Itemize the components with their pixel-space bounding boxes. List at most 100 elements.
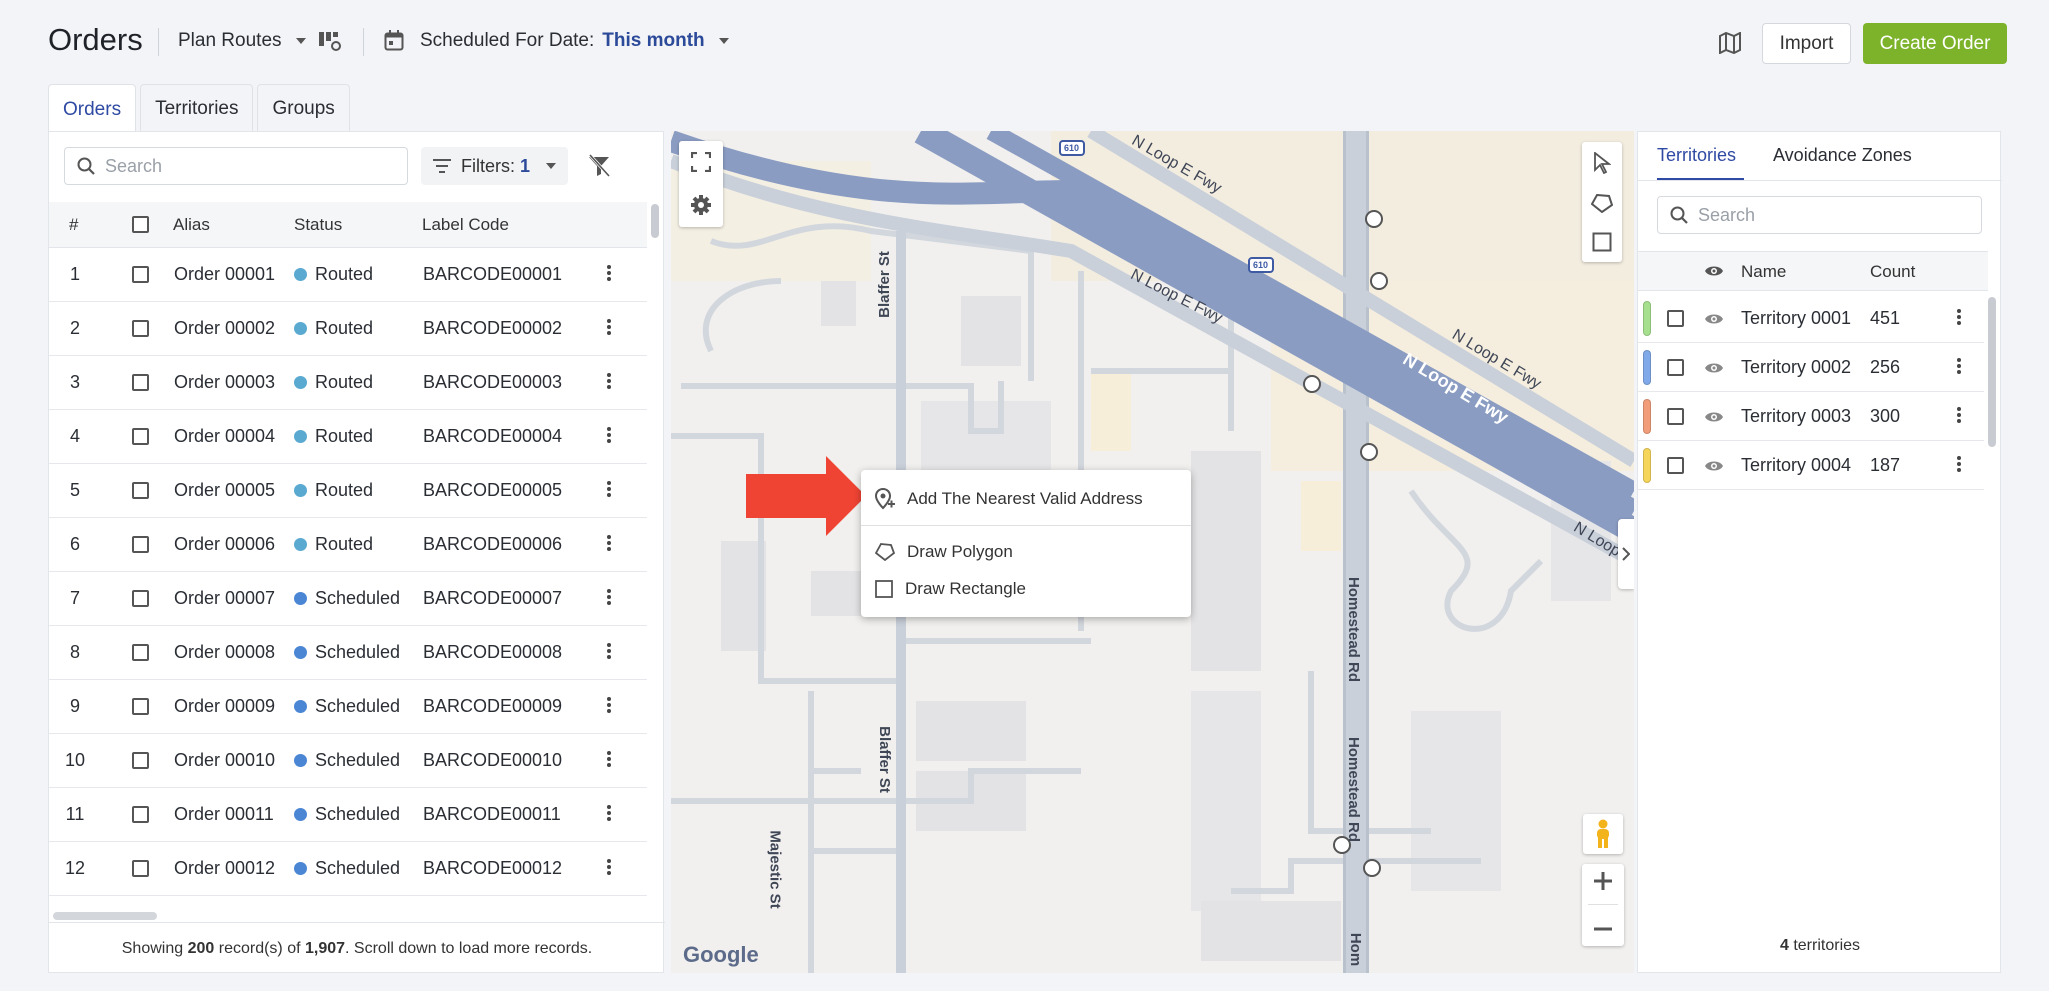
gear-icon[interactable] bbox=[690, 194, 712, 216]
territory-checkbox[interactable] bbox=[1667, 359, 1684, 376]
eye-icon[interactable] bbox=[1704, 312, 1724, 326]
map-view-icon[interactable] bbox=[1719, 32, 1741, 54]
orders-search-input[interactable]: Search bbox=[64, 147, 408, 185]
row-checkbox[interactable] bbox=[132, 482, 149, 499]
row-checkbox[interactable] bbox=[132, 266, 149, 283]
orders-vertical-scrollbar[interactable] bbox=[651, 204, 659, 238]
territory-row[interactable]: Territory 0004 187 bbox=[1638, 441, 1984, 490]
row-checkbox[interactable] bbox=[132, 590, 149, 607]
table-row[interactable]: 1 Order 00001 Routed BARCODE00001 bbox=[49, 248, 647, 302]
more-vertical-icon[interactable] bbox=[606, 479, 612, 499]
more-vertical-icon[interactable] bbox=[606, 371, 612, 391]
table-row[interactable]: 5 Order 00005 Routed BARCODE00005 bbox=[49, 464, 647, 518]
cursor-icon[interactable] bbox=[1593, 151, 1611, 174]
order-alias[interactable]: Order 00007 bbox=[174, 588, 275, 609]
order-alias[interactable]: Order 00001 bbox=[174, 264, 275, 285]
tab-orders[interactable]: Orders bbox=[48, 84, 137, 134]
row-checkbox[interactable] bbox=[132, 374, 149, 391]
more-vertical-icon[interactable] bbox=[1956, 405, 1962, 425]
more-vertical-icon[interactable] bbox=[606, 857, 612, 877]
territory-checkbox[interactable] bbox=[1667, 310, 1684, 327]
eye-icon[interactable] bbox=[1704, 459, 1724, 473]
order-alias[interactable]: Order 00005 bbox=[174, 480, 275, 501]
more-vertical-icon[interactable] bbox=[606, 641, 612, 661]
table-row[interactable]: 8 Order 00008 Scheduled BARCODE00008 bbox=[49, 626, 647, 680]
more-vertical-icon[interactable] bbox=[606, 587, 612, 607]
more-vertical-icon[interactable] bbox=[606, 263, 612, 283]
scheduled-date-dropdown[interactable]: Scheduled For Date: This month bbox=[384, 30, 729, 52]
more-vertical-icon[interactable] bbox=[606, 749, 612, 769]
fullscreen-icon[interactable] bbox=[691, 152, 711, 172]
more-vertical-icon[interactable] bbox=[606, 533, 612, 553]
row-checkbox[interactable] bbox=[132, 644, 149, 661]
draw-polygon-item[interactable]: Draw Polygon bbox=[875, 542, 1013, 562]
order-alias[interactable]: Order 00012 bbox=[174, 858, 275, 879]
order-alias[interactable]: Order 00008 bbox=[174, 642, 275, 663]
row-checkbox[interactable] bbox=[132, 536, 149, 553]
table-row[interactable]: 10 Order 00010 Scheduled BARCODE00010 bbox=[49, 734, 647, 788]
polygon-icon[interactable] bbox=[1591, 193, 1613, 213]
row-checkbox[interactable] bbox=[132, 752, 149, 769]
order-alias[interactable]: Order 00011 bbox=[174, 804, 274, 825]
tab-territories[interactable]: Territories bbox=[140, 84, 254, 132]
table-row[interactable]: 2 Order 00002 Routed BARCODE00002 bbox=[49, 302, 647, 356]
territory-row[interactable]: Territory 0001 451 bbox=[1638, 294, 1984, 343]
territory-name[interactable]: Territory 0004 bbox=[1741, 455, 1851, 476]
table-row[interactable]: 9 Order 00009 Scheduled BARCODE00009 bbox=[49, 680, 647, 734]
more-vertical-icon[interactable] bbox=[606, 695, 612, 715]
import-button[interactable]: Import bbox=[1762, 23, 1851, 64]
eye-icon[interactable] bbox=[1704, 410, 1724, 424]
order-alias[interactable]: Order 00004 bbox=[174, 426, 275, 447]
board-settings-icon[interactable] bbox=[318, 30, 342, 52]
plan-routes-dropdown[interactable]: Plan Routes bbox=[178, 30, 306, 52]
street-view-pegman[interactable] bbox=[1583, 814, 1623, 854]
col-count[interactable]: Count bbox=[1870, 262, 1915, 282]
zoom-out-icon[interactable] bbox=[1593, 919, 1613, 939]
clear-filter-icon[interactable] bbox=[587, 154, 611, 178]
table-row[interactable]: 4 Order 00004 Routed BARCODE00004 bbox=[49, 410, 647, 464]
more-vertical-icon[interactable] bbox=[1956, 356, 1962, 376]
more-vertical-icon[interactable] bbox=[606, 317, 612, 337]
order-alias[interactable]: Order 00009 bbox=[174, 696, 275, 717]
add-nearest-address-item[interactable]: Add The Nearest Valid Address bbox=[875, 488, 1143, 510]
territories-scrollbar[interactable] bbox=[1988, 297, 1996, 447]
tab-groups[interactable]: Groups bbox=[257, 84, 350, 132]
orders-horizontal-scrollbar[interactable] bbox=[53, 912, 157, 920]
tab-territories-side[interactable]: Territories bbox=[1657, 145, 1736, 166]
filters-dropdown[interactable]: Filters: 1 bbox=[421, 147, 569, 185]
table-row[interactable]: 6 Order 00006 Routed BARCODE00006 bbox=[49, 518, 647, 572]
row-checkbox[interactable] bbox=[132, 698, 149, 715]
row-checkbox[interactable] bbox=[132, 320, 149, 337]
eye-icon[interactable] bbox=[1704, 264, 1724, 278]
territory-checkbox[interactable] bbox=[1667, 408, 1684, 425]
table-row[interactable]: 3 Order 00003 Routed BARCODE00003 bbox=[49, 356, 647, 410]
more-vertical-icon[interactable] bbox=[606, 425, 612, 445]
zoom-in-icon[interactable] bbox=[1593, 871, 1613, 891]
table-row[interactable]: 12 Order 00012 Scheduled BARCODE00012 bbox=[49, 842, 647, 896]
row-checkbox[interactable] bbox=[132, 806, 149, 823]
more-vertical-icon[interactable] bbox=[606, 803, 612, 823]
row-checkbox[interactable] bbox=[132, 428, 149, 445]
territories-search-input[interactable]: Search bbox=[1657, 196, 1982, 234]
territory-name[interactable]: Territory 0001 bbox=[1741, 308, 1851, 329]
order-alias[interactable]: Order 00006 bbox=[174, 534, 275, 555]
territory-row[interactable]: Territory 0003 300 bbox=[1638, 392, 1984, 441]
table-row[interactable]: 11 Order 00011 Scheduled BARCODE00011 bbox=[49, 788, 647, 842]
tab-avoidance-zones[interactable]: Avoidance Zones bbox=[1773, 145, 1912, 166]
draw-rectangle-item[interactable]: Draw Rectangle bbox=[875, 579, 1026, 599]
select-all-checkbox[interactable] bbox=[132, 216, 149, 233]
table-row[interactable]: 7 Order 00007 Scheduled BARCODE00007 bbox=[49, 572, 647, 626]
create-order-button[interactable]: Create Order bbox=[1863, 23, 2007, 64]
territory-name[interactable]: Territory 0002 bbox=[1741, 357, 1851, 378]
territory-row[interactable]: Territory 0002 256 bbox=[1638, 343, 1984, 392]
row-checkbox[interactable] bbox=[132, 860, 149, 877]
panel-collapse-handle[interactable] bbox=[1618, 519, 1634, 589]
order-alias[interactable]: Order 00010 bbox=[174, 750, 275, 771]
col-status[interactable]: Status bbox=[294, 215, 342, 235]
col-label-code[interactable]: Label Code bbox=[422, 215, 509, 235]
territory-checkbox[interactable] bbox=[1667, 457, 1684, 474]
col-name[interactable]: Name bbox=[1741, 262, 1786, 282]
rectangle-icon[interactable] bbox=[1592, 232, 1612, 252]
more-vertical-icon[interactable] bbox=[1956, 454, 1962, 474]
eye-icon[interactable] bbox=[1704, 361, 1724, 375]
